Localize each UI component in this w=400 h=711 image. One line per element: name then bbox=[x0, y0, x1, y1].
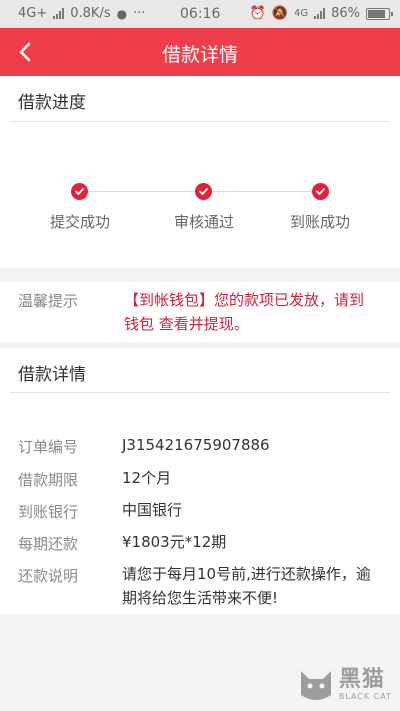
row-value: 请您于每月10号前,进行还款操作，逾期将给您生活带来不便! bbox=[122, 565, 371, 607]
status-left: 4G+ 0.8K/s ● ··· bbox=[18, 6, 146, 21]
mute-icon: 🔕 bbox=[271, 6, 288, 21]
watermark-text: 黑猫 BLACK CAT bbox=[338, 666, 392, 701]
network-type-right: 4G bbox=[293, 8, 309, 19]
progress-title: 借款进度 bbox=[18, 93, 86, 113]
notice-text[interactable]: 【到帐钱包】您的款项已发放，请到 钱包 查看并提现。 bbox=[124, 288, 380, 336]
network-type: 4G+ bbox=[18, 6, 48, 21]
row-label: 还款说明 bbox=[18, 567, 79, 585]
wechat-icon: ● bbox=[116, 6, 128, 21]
watermark-text-en: BLACK CAT bbox=[338, 691, 392, 701]
signal-icon bbox=[53, 8, 65, 19]
notice-label: 温馨提示 bbox=[18, 292, 79, 310]
detail-card: 借款详情 订单编号 J315421675907886 借款期限 12个月 到账银… bbox=[0, 348, 400, 614]
divider bbox=[10, 121, 390, 122]
nav-bar: 借款详情 bbox=[0, 28, 400, 76]
status-time: 06:16 bbox=[180, 6, 221, 22]
battery-icon bbox=[366, 7, 393, 20]
black-cat-logo-icon bbox=[300, 671, 331, 700]
row-value: J315421675907886 bbox=[122, 436, 270, 454]
row-label: 每期还款 bbox=[18, 535, 79, 553]
more-icon: ··· bbox=[133, 6, 146, 21]
page-title: 借款详情 bbox=[161, 44, 238, 66]
step-1-label: 提交成功 bbox=[49, 213, 110, 231]
row-label: 订单编号 bbox=[18, 438, 79, 456]
step-3-check-icon bbox=[312, 183, 329, 200]
row-value: 中国银行 bbox=[122, 501, 183, 519]
step-2-label: 审核通过 bbox=[173, 213, 234, 231]
watermark: 黑猫 BLACK CAT bbox=[297, 665, 392, 703]
divider bbox=[10, 392, 390, 393]
step-1-check-icon bbox=[71, 183, 88, 200]
alarm-icon: ⏰ bbox=[249, 6, 266, 21]
row-value: ¥1803元*12期 bbox=[122, 533, 227, 551]
network-speed: 0.8K/s bbox=[70, 6, 111, 21]
watermark-text-cn: 黑猫 bbox=[338, 666, 385, 692]
status-bar: 4G+ 0.8K/s ● ··· 06:16 ⏰ 🔕 4G 86% bbox=[0, 0, 400, 28]
signal-icon-right bbox=[314, 8, 326, 19]
row-label: 借款期限 bbox=[18, 471, 79, 489]
row-value: 12个月 bbox=[122, 469, 172, 487]
status-right: ⏰ 🔕 4G 86% bbox=[249, 6, 393, 21]
row-label: 到账银行 bbox=[18, 503, 79, 521]
detail-title: 借款详情 bbox=[18, 365, 86, 385]
progress-card: 借款进度 提交成功 审核通过 到账成功 bbox=[0, 76, 400, 268]
step-2-check-icon bbox=[195, 183, 212, 200]
step-3-label: 到账成功 bbox=[289, 213, 350, 231]
battery-percent: 86% bbox=[331, 6, 360, 21]
notice-card: 温馨提示 【到帐钱包】您的款项已发放，请到 钱包 查看并提现。 bbox=[0, 282, 400, 342]
